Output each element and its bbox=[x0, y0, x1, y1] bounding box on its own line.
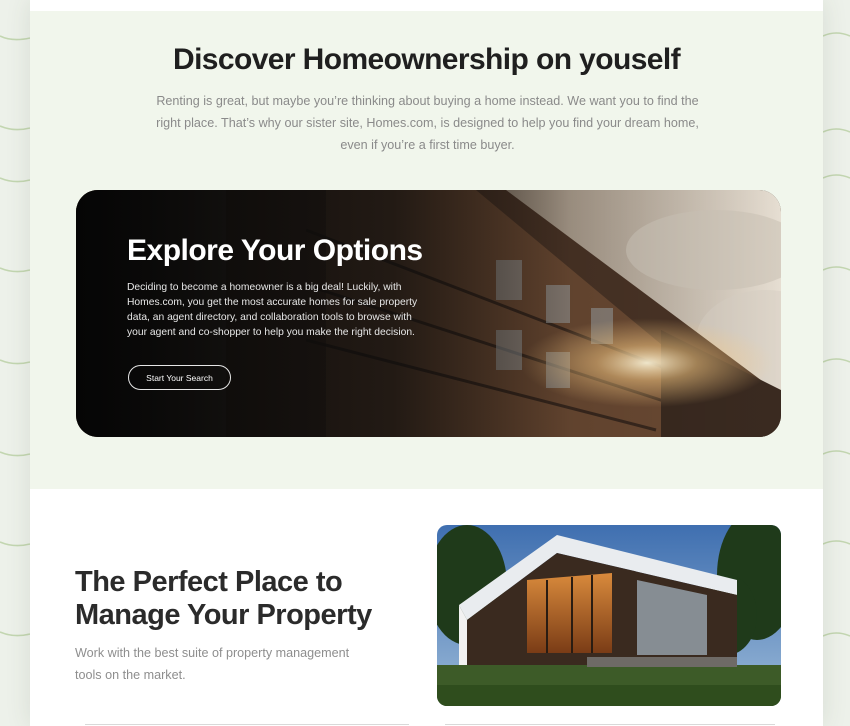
page-container: Discover Homeownership on youself Rentin… bbox=[30, 0, 823, 726]
banner-title: Explore Your Options bbox=[127, 234, 423, 267]
feature-title: The Perfect Place to Manage Your Propert… bbox=[75, 566, 372, 631]
modern-house-image bbox=[437, 525, 781, 706]
top-strip bbox=[30, 0, 823, 11]
start-search-button[interactable]: Start Your Search bbox=[128, 365, 231, 390]
explore-options-banner: Explore Your Options Deciding to become … bbox=[76, 190, 781, 437]
feature-description: Work with the best suite of property man… bbox=[75, 646, 350, 682]
homeownership-section: Discover Homeownership on youself Rentin… bbox=[30, 11, 823, 489]
card-divider bbox=[85, 724, 409, 725]
banner-description: Deciding to become a homeowner is a big … bbox=[127, 282, 418, 338]
section-title: Discover Homeownership on youself bbox=[173, 43, 681, 76]
card-divider bbox=[445, 724, 775, 725]
section-description: Renting is great, but maybe you’re think… bbox=[156, 94, 699, 152]
